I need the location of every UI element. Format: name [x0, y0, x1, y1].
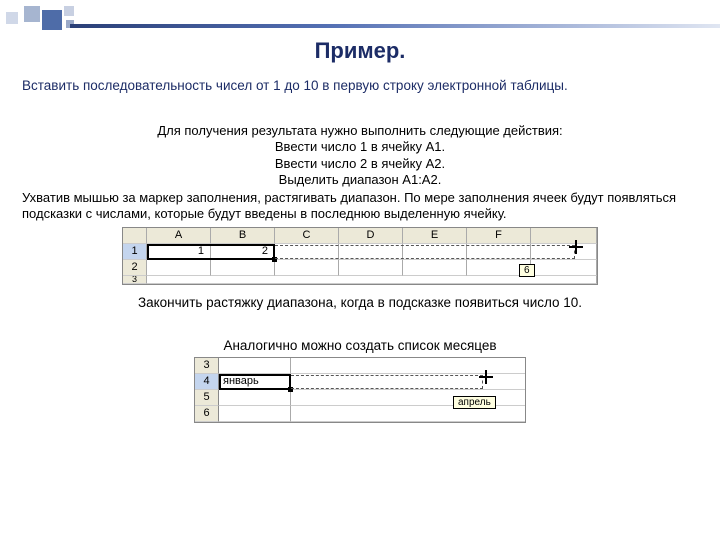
row-header-4: 4	[195, 374, 219, 390]
cell-A1: 1	[147, 244, 211, 260]
cell-C1	[275, 244, 339, 260]
cell-B2	[211, 260, 275, 276]
cell-overflow-2	[531, 260, 597, 276]
cell-D1	[339, 244, 403, 260]
row-3-partial	[147, 276, 597, 284]
cell-A2	[147, 260, 211, 276]
row-header-3b: 3	[195, 358, 219, 374]
row-header-1: 1	[123, 244, 147, 260]
col-header-F: F	[467, 228, 531, 244]
cell-A3b	[219, 358, 291, 374]
col-header-B: B	[211, 228, 275, 244]
col-header-A: A	[147, 228, 211, 244]
col-header-D: D	[339, 228, 403, 244]
cell-B1: 2	[211, 244, 275, 260]
cell-A6	[219, 406, 291, 422]
page-title: Пример.	[22, 38, 698, 64]
drag-explanation: Ухватив мышью за маркер заполнения, раст…	[22, 190, 698, 223]
cell-E2	[403, 260, 467, 276]
cell-E1	[403, 244, 467, 260]
col-header-E: E	[403, 228, 467, 244]
col-header-overflow	[531, 228, 597, 244]
cursor-crosshair-icon	[571, 242, 581, 252]
fill-handle[interactable]	[272, 257, 277, 262]
corner-cell	[123, 228, 147, 244]
step-1: Ввести число 1 в ячейку A1.	[22, 139, 698, 155]
fill-tooltip-2: апрель	[453, 396, 496, 409]
cell-A5	[219, 390, 291, 406]
selection-border-2	[219, 374, 291, 390]
row-header-2: 2	[123, 260, 147, 276]
cell-C2	[275, 260, 339, 276]
analog-text: Аналогично можно создать список месяцев	[22, 338, 698, 353]
intro-text: Вставить последовательность чисел от 1 д…	[22, 78, 698, 93]
finish-text: Закончить растяжку диапазона, когда в по…	[22, 295, 698, 310]
cell-overflow-1	[531, 244, 597, 260]
slide-corner-decoration	[6, 6, 126, 34]
row-header-3: 3	[123, 276, 147, 284]
cell-D2	[339, 260, 403, 276]
slide-top-line	[70, 24, 720, 28]
row-header-6: 6	[195, 406, 219, 422]
steps-block: Для получения результата нужно выполнить…	[22, 123, 698, 188]
fill-tooltip: 6	[519, 264, 535, 277]
row-header-5: 5	[195, 390, 219, 406]
steps-lead: Для получения результата нужно выполнить…	[22, 123, 698, 139]
col-header-C: C	[275, 228, 339, 244]
spreadsheet-example-1: A B C D E F 1 1 2 2	[122, 227, 598, 285]
step-3: Выделить диапазон A1:A2.	[22, 172, 698, 188]
step-2: Ввести число 2 в ячейку A2.	[22, 156, 698, 172]
cell-F1	[467, 244, 531, 260]
cursor-crosshair-icon-2	[481, 372, 491, 382]
spreadsheet-example-2: 3 4 январь 5 6 апрель	[194, 357, 526, 423]
drag-preview-2	[291, 375, 483, 389]
